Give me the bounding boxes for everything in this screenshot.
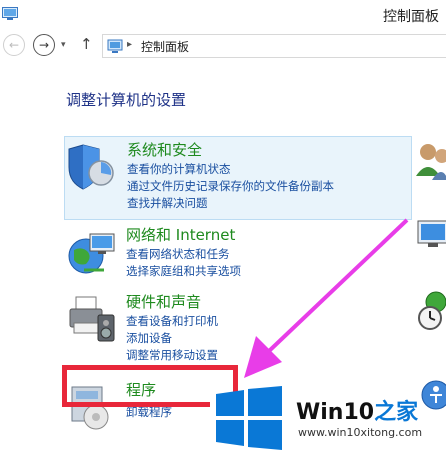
highlight-box-bottom-edge xyxy=(62,402,210,407)
watermark-url: www.win10xitong.com xyxy=(298,426,423,439)
watermark-brand-prefix: Win10 xyxy=(296,400,375,425)
windows-logo-icon xyxy=(216,386,282,450)
watermark-brand-suffix: 之家 xyxy=(374,400,419,425)
watermark-brand: Win10之家 xyxy=(296,394,418,426)
watermark: Win10之家 www.win10xitong.com xyxy=(212,382,446,461)
control-panel-window: 控制面板 ← → ▾ ↑ ▸ 控制面板 调整计算机的设置 系统和安全 查看你的计… xyxy=(0,0,446,461)
